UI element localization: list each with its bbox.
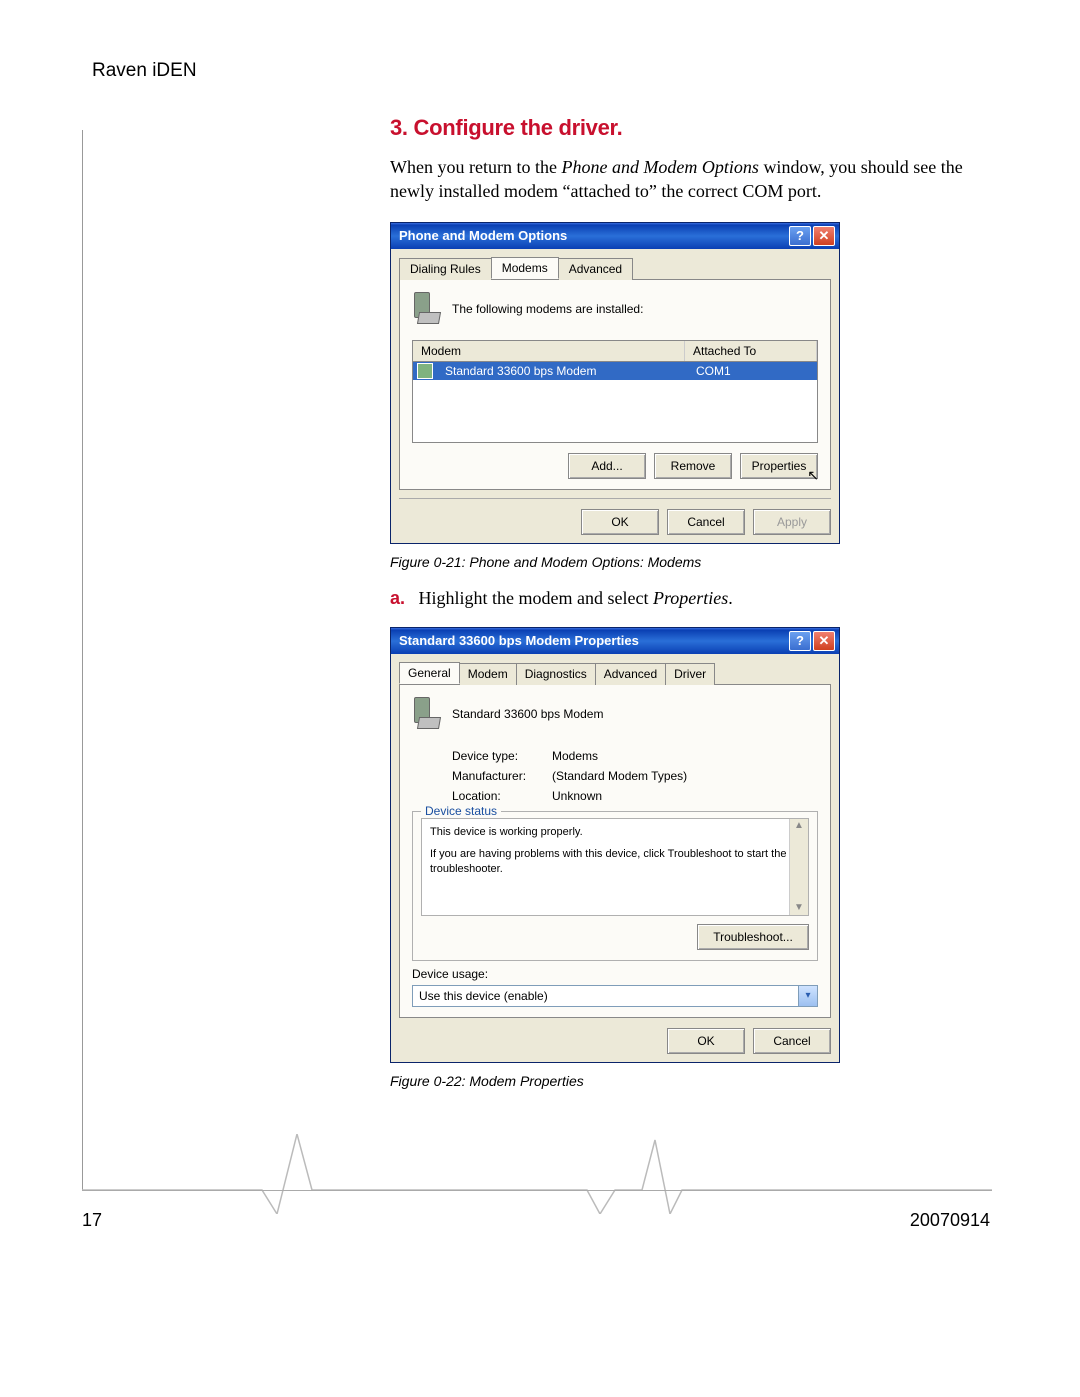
dialog-title: Phone and Modem Options [399, 228, 787, 243]
device-type-label: Device type: [452, 749, 552, 763]
close-icon[interactable]: ✕ [813, 631, 835, 651]
page-number: 17 [82, 1210, 102, 1231]
dialog-title: Standard 33600 bps Modem Properties [399, 633, 787, 648]
device-usage-value: Use this device (enable) [419, 989, 548, 1003]
device-status-text: This device is working properly. If you … [421, 818, 809, 916]
location-value: Unknown [552, 789, 602, 803]
apply-button: Apply [753, 509, 831, 535]
col-attached-to[interactable]: Attached To [685, 341, 817, 361]
tab-modem[interactable]: Modem [459, 663, 517, 685]
section-title: 3. Configure the driver. [390, 115, 970, 141]
modem-name: Standard 33600 bps Modem [437, 363, 688, 379]
phone-modem-options-dialog: Phone and Modem Options ? ✕ Dialing Rule… [390, 222, 840, 544]
tab-general[interactable]: General [399, 662, 460, 684]
help-icon[interactable]: ? [789, 226, 811, 246]
device-status-title: Device status [421, 804, 501, 818]
intro-paragraph: When you return to the Phone and Modem O… [390, 155, 970, 204]
step-text-post: . [728, 588, 733, 608]
status-line-2: If you are having problems with this dev… [430, 847, 800, 877]
tab-advanced[interactable]: Advanced [595, 663, 666, 685]
intro-em: Phone and Modem Options [561, 157, 758, 177]
page-date: 20070914 [910, 1210, 990, 1231]
step-marker: a. [390, 588, 405, 608]
ok-button[interactable]: OK [667, 1028, 745, 1054]
troubleshoot-button[interactable]: Troubleshoot... [697, 924, 809, 950]
decorative-waveform [82, 1134, 992, 1214]
intro-pre: When you return to the [390, 157, 561, 177]
sidebar-rule [82, 130, 83, 1190]
properties-button-label: Properties [752, 459, 807, 473]
page-header: Raven iDEN [92, 60, 197, 82]
properties-button[interactable]: Properties ↖ [740, 453, 818, 479]
status-line-1: This device is working properly. [430, 825, 800, 840]
figure-caption-2: Figure 0-22: Modem Properties [390, 1073, 970, 1089]
modem-port: COM1 [688, 363, 739, 379]
cancel-button[interactable]: Cancel [753, 1028, 831, 1054]
help-icon[interactable]: ? [789, 631, 811, 651]
tab-driver[interactable]: Driver [665, 663, 715, 685]
ok-button[interactable]: OK [581, 509, 659, 535]
dialog-titlebar[interactable]: Standard 33600 bps Modem Properties ? ✕ [391, 628, 839, 654]
device-type-value: Modems [552, 749, 598, 763]
step-text-em: Properties [653, 588, 728, 608]
list-header: Modem Attached To [412, 340, 818, 362]
step-a: a. Highlight the modem and select Proper… [390, 588, 970, 609]
tab-advanced[interactable]: Advanced [558, 258, 633, 280]
modem-properties-dialog: Standard 33600 bps Modem Properties ? ✕ … [390, 627, 840, 1063]
scroll-up-icon[interactable]: ▲ [794, 819, 804, 833]
col-modem[interactable]: Modem [413, 341, 685, 361]
close-icon[interactable]: ✕ [813, 226, 835, 246]
tab-dialing-rules[interactable]: Dialing Rules [399, 258, 492, 280]
location-label: Location: [452, 789, 552, 803]
manufacturer-label: Manufacturer: [452, 769, 552, 783]
dialog-titlebar[interactable]: Phone and Modem Options ? ✕ [391, 223, 839, 249]
step-text-pre: Highlight the modem and select [419, 588, 653, 608]
cursor-icon: ↖ [807, 467, 819, 484]
add-button[interactable]: Add... [568, 453, 646, 479]
chevron-down-icon[interactable]: ▾ [798, 986, 817, 1006]
modems-installed-label: The following modems are installed: [452, 302, 643, 316]
remove-button[interactable]: Remove [654, 453, 732, 479]
modem-icon [412, 697, 442, 731]
manufacturer-value: (Standard Modem Types) [552, 769, 687, 783]
device-usage-label: Device usage: [412, 967, 818, 981]
modem-icon [412, 292, 442, 326]
figure-caption-1: Figure 0-21: Phone and Modem Options: Mo… [390, 554, 970, 570]
modem-name-label: Standard 33600 bps Modem [452, 707, 603, 721]
modem-list[interactable]: Standard 33600 bps Modem COM1 [412, 362, 818, 443]
tab-modems[interactable]: Modems [491, 257, 559, 279]
scrollbar[interactable]: ▲ ▼ [789, 819, 808, 915]
tab-diagnostics[interactable]: Diagnostics [516, 663, 596, 685]
modem-row-icon [417, 363, 433, 379]
scroll-down-icon[interactable]: ▼ [794, 901, 804, 915]
device-usage-select[interactable]: Use this device (enable) ▾ [412, 985, 818, 1007]
footer-rule [82, 1190, 992, 1191]
device-status-group: Device status This device is working pro… [412, 811, 818, 961]
list-item[interactable]: Standard 33600 bps Modem COM1 [413, 362, 817, 380]
cancel-button[interactable]: Cancel [667, 509, 745, 535]
